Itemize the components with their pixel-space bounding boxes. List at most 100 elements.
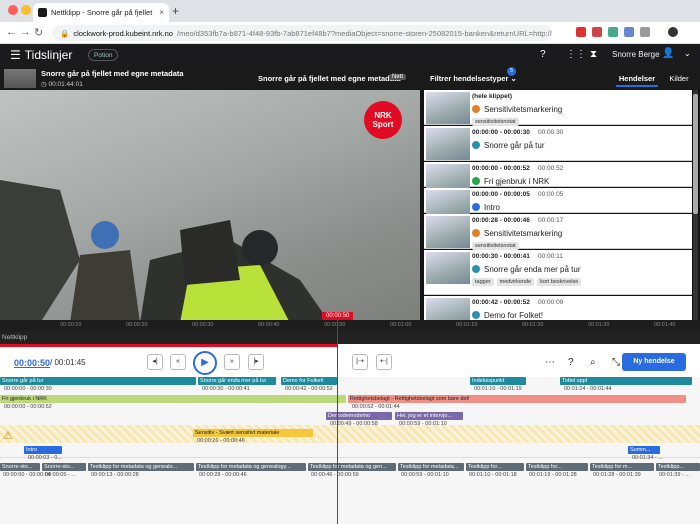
profile-avatar[interactable] — [668, 27, 678, 37]
playhead[interactable] — [337, 320, 338, 524]
extension-icon[interactable] — [608, 27, 618, 37]
event-item[interactable]: 00:00:00 - 00:00:05 00:00:05 Intro — [424, 188, 692, 222]
timeline-segment[interactable]: Snorre går på tur — [0, 377, 196, 385]
timeline-segment[interactable]: Intro — [24, 446, 62, 454]
zoom-icon[interactable]: ⌕ — [590, 357, 596, 368]
more-options-icon[interactable]: ⋯ — [545, 357, 555, 368]
event-tag[interactable]: tagger — [472, 278, 494, 286]
timeline-segment[interactable]: Indeksspunkt — [470, 377, 526, 385]
tab-sources[interactable]: Kilder — [666, 71, 692, 87]
timeline-segment[interactable]: Summ... — [628, 446, 660, 454]
clip-segment[interactable]: Snorre-sto... — [42, 463, 86, 471]
event-item[interactable]: 00:00:00 - 00:00:30 00:00:30 Snorre går på… — [424, 126, 692, 161]
logo-sport: Sport — [372, 120, 394, 129]
skip-end-icon[interactable]: |▸ — [248, 354, 264, 370]
clip-segment[interactable]: Testklipp for metadata og genealo... — [88, 463, 194, 471]
event-time: 00:00:00 - 00:00:52 — [472, 165, 530, 172]
chevron-down-icon[interactable]: ⌄ — [684, 49, 691, 58]
extension-icon[interactable] — [640, 27, 650, 37]
segment-timecode: 00:01:34 - ... — [632, 455, 663, 461]
user-icon[interactable]: 👤 — [662, 48, 674, 59]
event-tag[interactable]: sensitivitetsnotat — [472, 118, 519, 126]
timeline-segment[interactable]: Sensitiv - Svært sensitivt materiale — [193, 429, 313, 437]
clip-segment[interactable]: Testklipp for metadata og genealogy... — [196, 463, 306, 471]
timeline-ruler[interactable]: 00:00:10 00:00:20 00:00:30 00:00:40 00:00:50… — [0, 320, 700, 331]
filter-dropdown[interactable]: Filtrer hendelsestyper ⌄ — [430, 74, 517, 83]
climber-one — [70, 250, 140, 323]
scroll-thumb[interactable] — [693, 94, 698, 214]
timeline-segment[interactable]: Snorre går enda mer på tur — [198, 377, 276, 385]
hourglass-icon[interactable]: ⧗ — [590, 49, 597, 60]
clip-segment[interactable]: Testklipp for... — [466, 463, 524, 471]
event-name: Sensitivitetsmarkering — [484, 229, 563, 238]
segment-timecode: 00:00:52 - 00:01:44 — [352, 404, 400, 410]
new-tab-icon[interactable]: + — [172, 4, 179, 18]
timeline-segment[interactable]: Fri gjenbruk i NRK — [0, 395, 346, 403]
segment-timecode: 00:00:00 - 00:00:52 — [4, 404, 52, 410]
clip-timecode: 00:00:13 - 00:00:28 — [91, 472, 139, 478]
reload-icon[interactable]: ↻ — [34, 26, 43, 39]
filter-count-badge: 5 — [507, 67, 516, 76]
extension-icon[interactable] — [576, 27, 586, 37]
timeline-segment[interactable]: Tottel oppl — [560, 377, 692, 385]
event-tag[interactable]: medvirkende — [496, 278, 535, 286]
duration-text: 00:01:44:01 — [48, 81, 83, 88]
event-type-icon — [472, 105, 480, 113]
video-player[interactable]: NRK Sport 00:00:50 — [0, 90, 420, 323]
timeline-segment[interactable]: Hei, jeg er et intervjo... — [395, 412, 463, 420]
playback-controls: 00:00:50 / 00:01:45 ◂| « ▶ » |▸ |⇢ ⇠| ⋯ … — [0, 347, 700, 377]
help-icon[interactable]: ? — [540, 49, 546, 60]
browser-tab[interactable]: Nettklipp - Snorre går på fjellet × — [33, 3, 169, 22]
play-button[interactable]: ▶ — [193, 351, 217, 375]
close-window-icon[interactable] — [8, 5, 18, 15]
mark-out-icon[interactable]: ⇠| — [376, 354, 392, 370]
clip-segment[interactable]: Testklipp for m... — [590, 463, 654, 471]
segment-timecode: 00:00:30 - 00:00:41 — [202, 386, 250, 392]
clip-segment[interactable]: Testklipp for metadata og gen... — [308, 463, 396, 471]
ruler-tick: 00:01:00 — [390, 322, 412, 328]
extension-icon[interactable] — [592, 27, 602, 37]
event-tag[interactable]: sensitivitetsnotat — [472, 242, 519, 250]
clip-segment[interactable]: Testklipp for metadata... — [398, 463, 464, 471]
event-item[interactable]: 00:00:28 - 00:00:46 00:00:17 Sensitivitets… — [424, 214, 692, 250]
rewind-icon[interactable]: « — [170, 354, 186, 370]
back-icon[interactable]: ← — [6, 26, 17, 38]
event-duration: 00:00:30 — [538, 129, 564, 136]
timeline-segment[interactable]: Demodemodemo — [326, 412, 392, 420]
timeline-segment[interactable]: Demo for Folket! — [281, 377, 337, 385]
current-time[interactable]: 00:00:50 — [14, 358, 50, 368]
user-name[interactable]: Snorre Berge — [612, 50, 660, 59]
total-time: / 00:01:45 — [50, 358, 86, 367]
forward-icon[interactable]: → — [20, 26, 31, 38]
timeline-segment[interactable]: Rettighetsbelagt - Rettighetsbelagt som … — [348, 395, 686, 403]
event-item[interactable]: 00:00:00 - 00:00:52 00:00:52 Fri gjenbruk … — [424, 162, 692, 196]
skip-start-icon[interactable]: ◂| — [147, 354, 163, 370]
event-scrollbar[interactable] — [693, 90, 698, 323]
event-item[interactable]: (hele klippet) Sensitivitetsmarkering sens… — [424, 90, 692, 126]
app-logo[interactable]: ☰ Tidslinjer — [10, 48, 72, 62]
url-field[interactable]: 🔒 clockwork-prod.kubeint.nrk.no/meo/d353… — [52, 25, 552, 41]
extension-icon[interactable] — [624, 27, 634, 37]
minimize-window-icon[interactable] — [21, 5, 31, 15]
clip-segment[interactable]: Testklipp for... — [526, 463, 588, 471]
logo-nrk: NRK — [374, 111, 392, 120]
mark-in-icon[interactable]: |⇢ — [352, 354, 368, 370]
help-circle-icon[interactable]: ? — [568, 357, 574, 368]
video-title-center: Snorre går på fjellet med egne metadata — [258, 74, 401, 83]
apps-grid-icon[interactable]: ⋮⋮ — [566, 49, 586, 60]
clip-timecode: 00:01:19 - 00:01:28 — [529, 472, 577, 478]
event-item[interactable]: 00:00:42 - 00:00:52 00:00:09 Demo for Folk… — [424, 296, 692, 323]
event-tag[interactable]: kort beskrivelse — [537, 278, 582, 286]
event-thumbnail — [426, 216, 470, 248]
clip-segment[interactable]: Snorre-sto... — [0, 463, 40, 471]
tab-close-icon[interactable]: × — [159, 8, 164, 17]
clip-segment[interactable]: Testklipp... — [656, 463, 700, 471]
tab-events[interactable]: Hendelser — [616, 71, 658, 87]
new-event-button[interactable]: Ny hendelse — [622, 353, 686, 371]
collapse-icon[interactable]: ⤡ — [612, 357, 620, 368]
event-item[interactable]: 00:00:30 - 00:00:41 00:00:11 Snorre går en… — [424, 250, 692, 295]
event-duration: 00:00:17 — [538, 217, 564, 224]
clip-timecode: 00:00:46 - 00:00:59 — [311, 472, 359, 478]
fast-forward-icon[interactable]: » — [224, 354, 240, 370]
ruler-tick: 00:00:50 — [324, 322, 346, 328]
